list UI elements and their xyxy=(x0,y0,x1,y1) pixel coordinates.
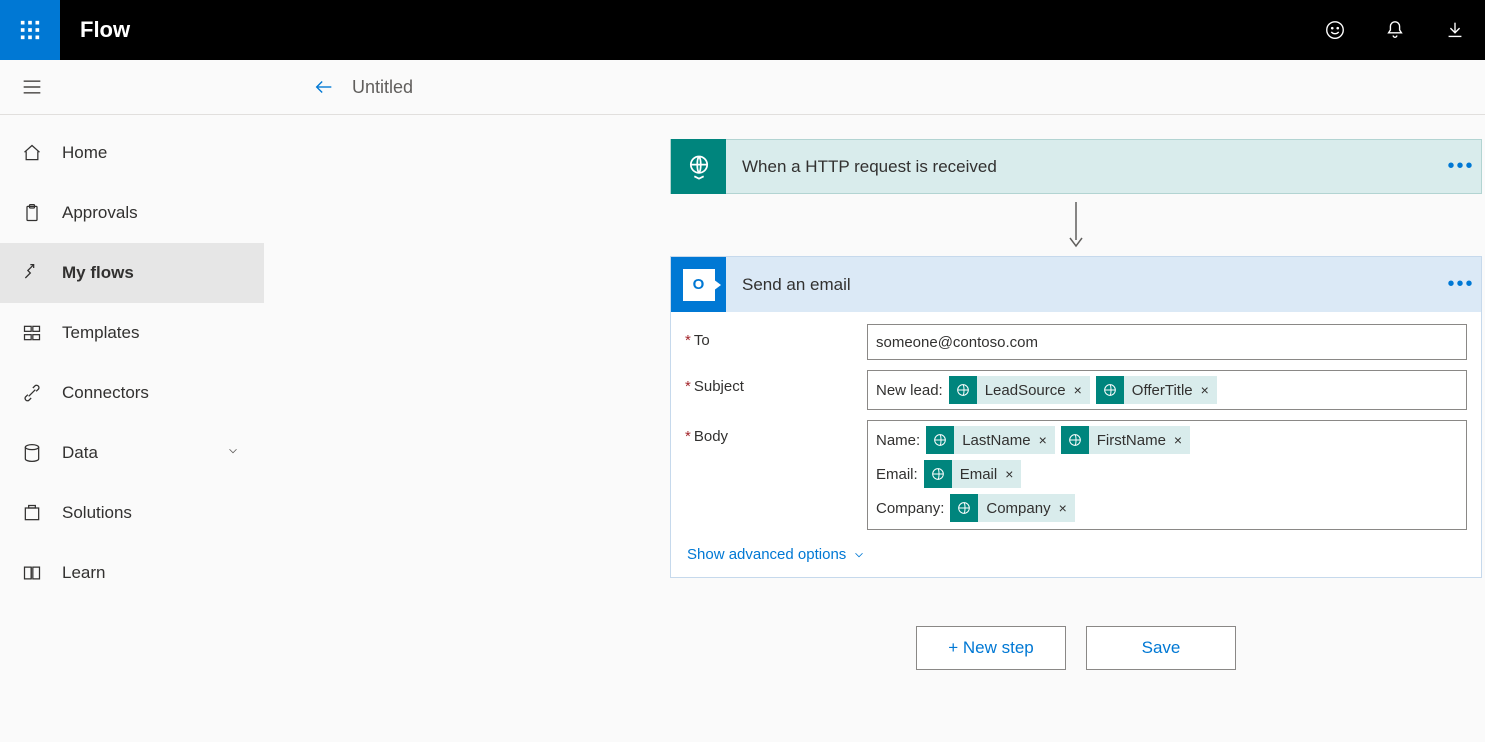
download-button[interactable] xyxy=(1425,0,1485,60)
brand-label: Flow xyxy=(80,17,130,43)
sidebar-item-label: Templates xyxy=(62,323,139,343)
top-bar: Flow xyxy=(0,0,1485,60)
chevron-down-icon xyxy=(226,443,240,463)
globe-icon xyxy=(926,426,954,454)
home-icon xyxy=(20,141,44,165)
smiley-icon xyxy=(1324,19,1346,41)
to-label: *To xyxy=(685,324,867,360)
globe-icon xyxy=(949,376,977,404)
token-label: LeadSource xyxy=(977,382,1072,399)
token-leadsource[interactable]: LeadSource × xyxy=(949,376,1090,404)
body-line-prefix: Company: xyxy=(876,500,944,517)
token-lastname[interactable]: LastName× xyxy=(926,426,1055,454)
save-button[interactable]: Save xyxy=(1086,626,1236,670)
globe-icon xyxy=(950,494,978,522)
app-launcher-button[interactable] xyxy=(0,0,60,60)
token-label: FirstName xyxy=(1089,432,1172,449)
hamburger-icon xyxy=(22,79,42,95)
globe-icon xyxy=(1096,376,1124,404)
sidebar-item-templates[interactable]: Templates xyxy=(0,303,264,363)
trigger-menu-button[interactable]: ••• xyxy=(1441,155,1481,178)
clipboard-icon xyxy=(20,201,44,225)
flow-arrow-icon xyxy=(670,194,1482,256)
action-menu-button[interactable]: ••• xyxy=(1441,273,1481,296)
footer-buttons: + New step Save xyxy=(670,626,1482,670)
body-input[interactable]: Name: LastName× FirstName× Email: Email×… xyxy=(867,420,1467,530)
globe-icon xyxy=(1061,426,1089,454)
sub-bar: Untitled xyxy=(0,60,1485,115)
subject-prefix: New lead: xyxy=(876,382,943,399)
sidebar-item-label: Home xyxy=(62,143,107,163)
sidebar-item-solutions[interactable]: Solutions xyxy=(0,483,264,543)
new-step-button[interactable]: + New step xyxy=(916,626,1066,670)
token-firstname[interactable]: FirstName× xyxy=(1061,426,1190,454)
token-label: OfferTitle xyxy=(1124,382,1199,399)
sidebar-item-approvals[interactable]: Approvals xyxy=(0,183,264,243)
body-line-prefix: Email: xyxy=(876,466,918,483)
notifications-button[interactable] xyxy=(1365,0,1425,60)
download-icon xyxy=(1444,19,1466,41)
feedback-button[interactable] xyxy=(1305,0,1365,60)
chevron-down-icon xyxy=(852,548,866,562)
sidebar-item-home[interactable]: Home xyxy=(0,123,264,183)
sidebar-item-learn[interactable]: Learn xyxy=(0,543,264,603)
sidebar-item-my-flows[interactable]: My flows xyxy=(0,243,264,303)
to-value: someone@contoso.com xyxy=(876,334,1038,351)
sidebar-toggle-button[interactable] xyxy=(12,67,52,107)
sidebar-item-label: Learn xyxy=(62,563,105,583)
sidebar-item-label: Approvals xyxy=(62,203,138,223)
sidebar-item-data[interactable]: Data xyxy=(0,423,264,483)
token-remove-button[interactable]: × xyxy=(1072,382,1090,398)
token-label: LastName xyxy=(954,432,1036,449)
waffle-icon xyxy=(19,19,41,41)
token-remove-button[interactable]: × xyxy=(1003,466,1021,482)
token-remove-button[interactable]: × xyxy=(1199,382,1217,398)
sidebar: Home Approvals My flows Templates Connec… xyxy=(0,115,264,742)
flow-canvas: When a HTTP request is received ••• O Se… xyxy=(264,115,1485,742)
sidebar-item-label: Data xyxy=(62,443,98,463)
token-company[interactable]: Company× xyxy=(950,494,1074,522)
http-request-icon xyxy=(671,139,726,194)
trigger-card[interactable]: When a HTTP request is received ••• xyxy=(670,139,1482,194)
token-remove-button[interactable]: × xyxy=(1037,432,1055,448)
action-header[interactable]: O Send an email ••• xyxy=(671,257,1481,312)
templates-icon xyxy=(20,321,44,345)
subject-label: *Subject xyxy=(685,370,867,410)
back-button[interactable] xyxy=(304,67,344,107)
database-icon xyxy=(20,441,44,465)
action-card: O Send an email ••• *To someone@contoso.… xyxy=(670,256,1482,578)
flow-icon xyxy=(20,261,44,285)
show-advanced-options-button[interactable]: Show advanced options xyxy=(685,540,868,567)
body-line-prefix: Name: xyxy=(876,432,920,449)
token-label: Email xyxy=(952,466,1004,483)
to-input[interactable]: someone@contoso.com xyxy=(867,324,1467,360)
body-label: *Body xyxy=(685,420,867,530)
back-arrow-icon xyxy=(313,76,335,98)
bell-icon xyxy=(1384,19,1406,41)
sidebar-item-connectors[interactable]: Connectors xyxy=(0,363,264,423)
token-offertitle[interactable]: OfferTitle × xyxy=(1096,376,1217,404)
connectors-icon xyxy=(20,381,44,405)
book-icon xyxy=(20,561,44,585)
token-email[interactable]: Email× xyxy=(924,460,1022,488)
flow-title[interactable]: Untitled xyxy=(352,77,413,98)
token-label: Company xyxy=(978,500,1056,517)
outlook-icon: O xyxy=(671,257,726,312)
sidebar-item-label: My flows xyxy=(62,263,134,283)
trigger-label: When a HTTP request is received xyxy=(726,157,1441,177)
token-remove-button[interactable]: × xyxy=(1172,432,1190,448)
token-remove-button[interactable]: × xyxy=(1057,500,1075,516)
globe-icon xyxy=(924,460,952,488)
subject-input[interactable]: New lead: LeadSource × OfferTitle × xyxy=(867,370,1467,410)
sidebar-item-label: Solutions xyxy=(62,503,132,523)
action-label: Send an email xyxy=(726,275,1441,295)
solutions-icon xyxy=(20,501,44,525)
sidebar-item-label: Connectors xyxy=(62,383,149,403)
